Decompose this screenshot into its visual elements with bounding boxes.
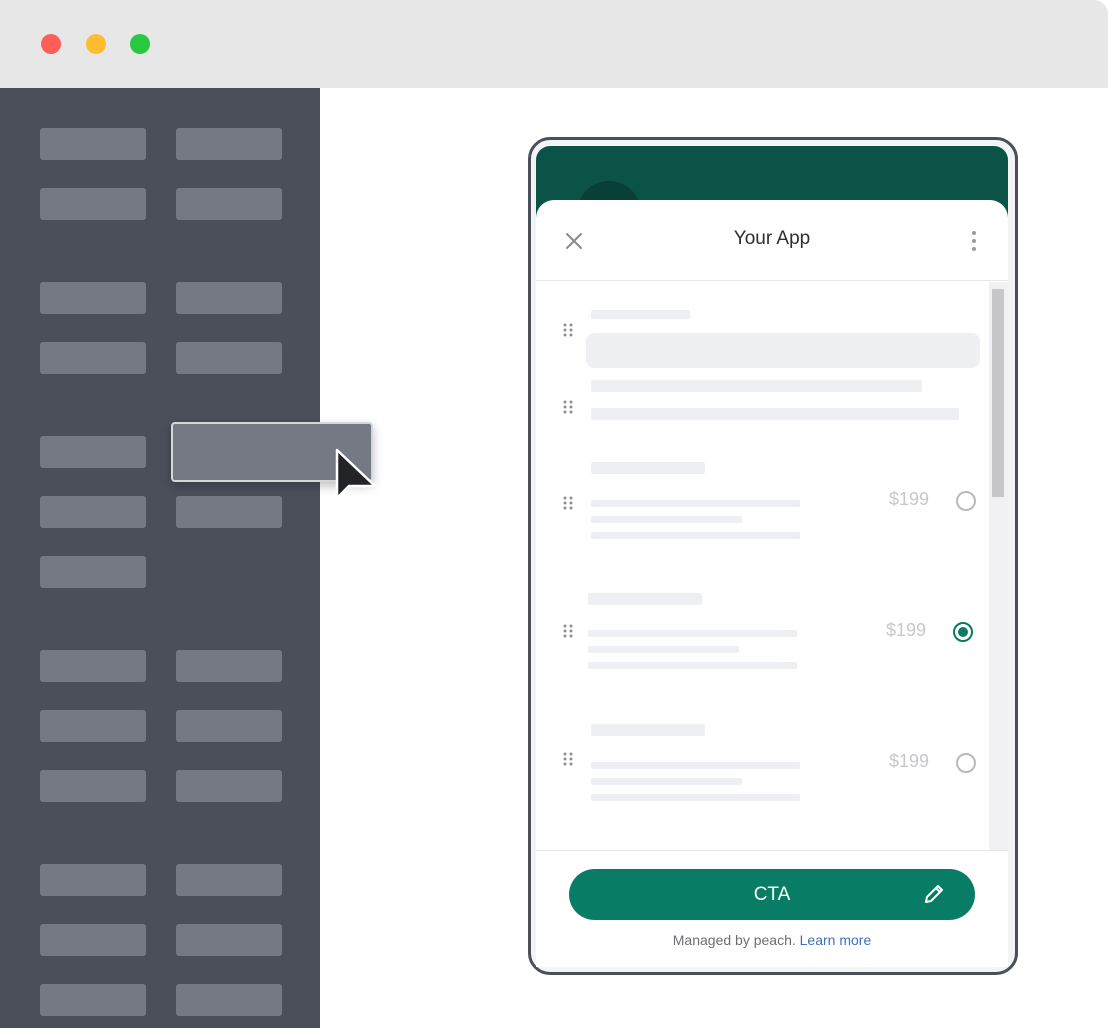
component-sidebar bbox=[0, 88, 320, 1028]
placeholder-text-line bbox=[591, 408, 959, 420]
component-block[interactable] bbox=[40, 650, 146, 682]
component-block[interactable] bbox=[40, 436, 146, 468]
component-block[interactable] bbox=[40, 128, 146, 160]
placeholder-text-line bbox=[591, 500, 800, 507]
placeholder-text-line bbox=[588, 662, 797, 669]
window-close-button[interactable] bbox=[41, 34, 61, 54]
component-block[interactable] bbox=[176, 496, 282, 528]
component-block[interactable] bbox=[176, 128, 282, 160]
option-radio[interactable] bbox=[956, 753, 976, 773]
placeholder-text-line bbox=[591, 532, 800, 539]
sheet-header: Your App bbox=[536, 200, 1008, 281]
component-block[interactable] bbox=[40, 556, 146, 588]
option-radio[interactable] bbox=[956, 491, 976, 511]
window-titlebar bbox=[0, 0, 1108, 88]
component-block[interactable] bbox=[176, 864, 282, 896]
placeholder-text-line bbox=[591, 794, 800, 801]
component-block[interactable] bbox=[40, 188, 146, 220]
option-price: $199 bbox=[886, 620, 927, 640]
option-radio-selected[interactable] bbox=[953, 622, 973, 642]
pointer-cursor-icon bbox=[335, 448, 377, 500]
component-block[interactable] bbox=[40, 864, 146, 896]
component-block[interactable] bbox=[176, 710, 282, 742]
component-block[interactable] bbox=[176, 650, 282, 682]
learn-more-link[interactable]: Learn more bbox=[800, 932, 872, 948]
placeholder-label bbox=[591, 310, 690, 319]
placeholder-input bbox=[586, 333, 980, 368]
cta-label: CTA bbox=[753, 884, 791, 905]
placeholder-text-line bbox=[588, 630, 797, 637]
component-block[interactable] bbox=[40, 770, 146, 802]
grip-icon[interactable] bbox=[562, 400, 574, 414]
window-minimize-button[interactable] bbox=[86, 34, 106, 54]
component-block[interactable] bbox=[40, 496, 146, 528]
component-block[interactable] bbox=[40, 342, 146, 374]
component-block[interactable] bbox=[176, 770, 282, 802]
placeholder-text-line bbox=[588, 646, 739, 653]
app-sheet: Your App $199 $199 $199 CTA Managed by p… bbox=[536, 200, 1008, 967]
component-block[interactable] bbox=[40, 710, 146, 742]
placeholder-option-title bbox=[591, 724, 705, 736]
placeholder-text-line bbox=[591, 380, 922, 392]
grip-icon[interactable] bbox=[562, 496, 574, 510]
footer-text: Managed by peach. bbox=[672, 932, 796, 948]
grip-icon[interactable] bbox=[562, 752, 574, 766]
component-block[interactable] bbox=[40, 924, 146, 956]
sheet-footer: CTA Managed by peach. Learn more bbox=[536, 850, 1008, 967]
component-block[interactable] bbox=[40, 984, 146, 1016]
component-block[interactable] bbox=[176, 924, 282, 956]
placeholder-option-title bbox=[588, 593, 702, 605]
placeholder-text-line bbox=[591, 516, 742, 523]
option-price: $199 bbox=[889, 751, 930, 771]
grip-icon[interactable] bbox=[562, 323, 574, 337]
component-block[interactable] bbox=[176, 342, 282, 374]
option-price: $199 bbox=[889, 489, 930, 509]
component-block[interactable] bbox=[40, 282, 146, 314]
grip-icon[interactable] bbox=[562, 624, 574, 638]
placeholder-option-title bbox=[591, 462, 705, 474]
component-block[interactable] bbox=[176, 188, 282, 220]
scrollbar-thumb[interactable] bbox=[992, 289, 1004, 497]
pencil-icon[interactable] bbox=[923, 883, 945, 905]
page-title: Your App bbox=[733, 228, 811, 249]
placeholder-text-line bbox=[591, 762, 800, 769]
cta-button[interactable]: CTA bbox=[569, 869, 975, 920]
component-block[interactable] bbox=[176, 282, 282, 314]
kebab-icon[interactable] bbox=[970, 230, 978, 252]
component-block[interactable] bbox=[176, 984, 282, 1016]
placeholder-text-line bbox=[591, 778, 742, 785]
window-maximize-button[interactable] bbox=[130, 34, 150, 54]
managed-by-footer: Managed by peach. Learn more bbox=[536, 932, 1008, 948]
